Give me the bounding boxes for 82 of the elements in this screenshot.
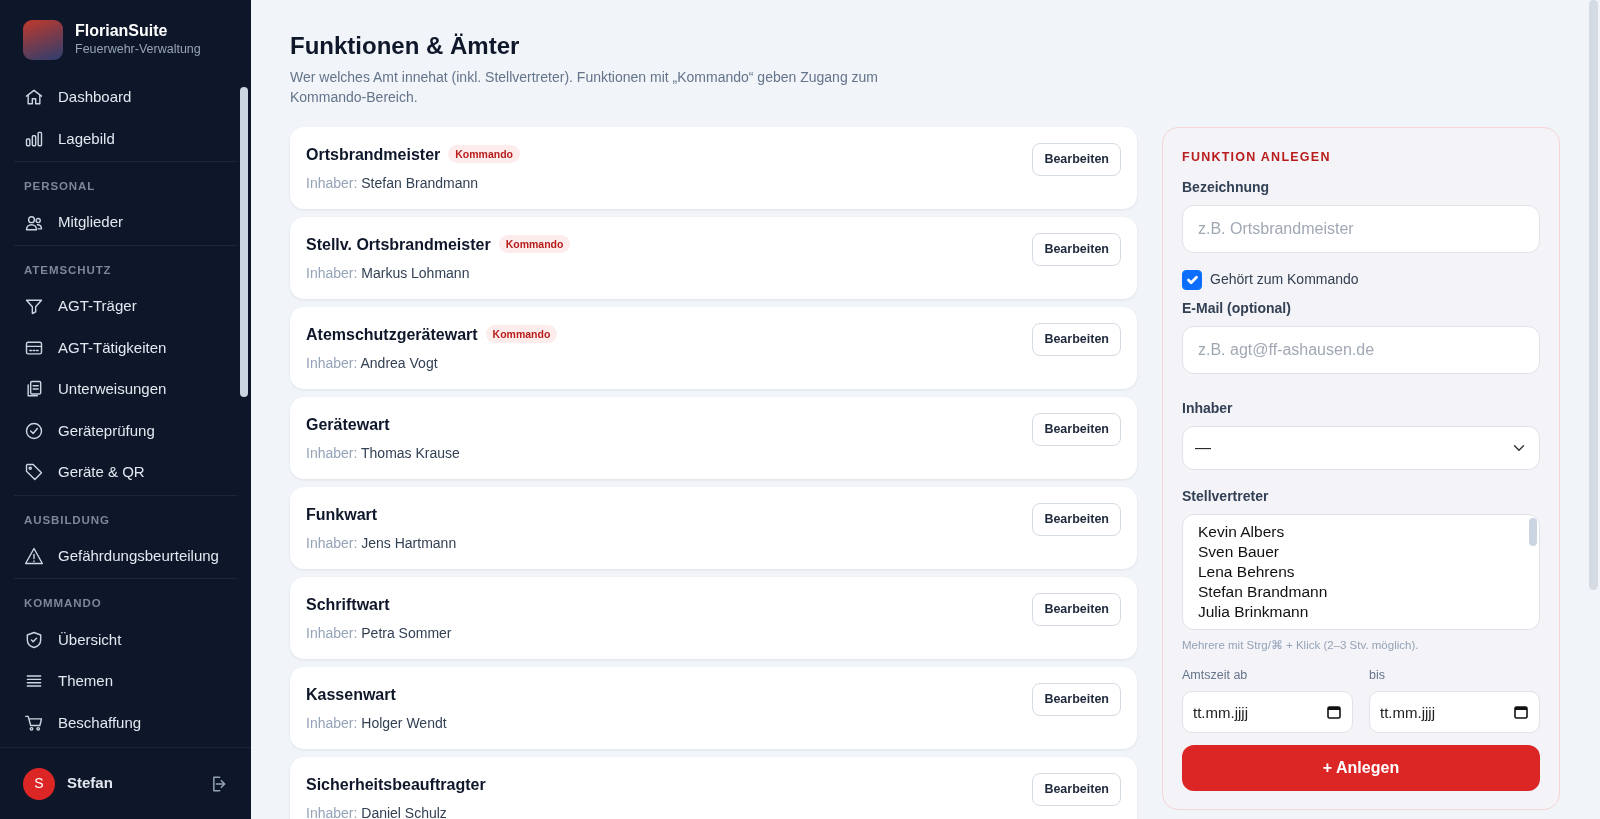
edit-button[interactable]: Bearbeiten (1032, 683, 1121, 717)
edit-button[interactable]: Bearbeiten (1032, 323, 1121, 357)
tag-icon (24, 462, 44, 483)
warning-icon (24, 546, 44, 566)
holder-text: Inhaber: Jens Hartmann (306, 534, 457, 554)
function-name: Schriftwart (306, 596, 390, 614)
list-option[interactable]: Kevin Albers (1198, 522, 1539, 543)
calendar-icon[interactable] (1327, 705, 1341, 720)
check-circle-icon (24, 420, 44, 441)
deputies-listbox[interactable]: Kevin Albers Sven Bauer Lena Behrens Stefan Brandmann Julia Brinkmann (1182, 514, 1540, 631)
field-label: bis (1369, 667, 1386, 685)
function-name: Ortsbrandmeister (306, 146, 441, 164)
scrollbar[interactable] (240, 87, 248, 397)
user-name: Stefan (67, 773, 114, 794)
kommando-tag: Kommando (485, 325, 558, 344)
email-field[interactable]: z.B. agt@ff-ashausen.de (1182, 326, 1540, 375)
holder-text: Inhaber: Petra Sommer (306, 624, 452, 644)
nav-item[interactable]: Geräteprüfung (14, 409, 237, 451)
date-field[interactable]: tt.mm.jjjj (1369, 691, 1540, 734)
app-logo (23, 20, 63, 60)
function-name: Sicherheitsbeauftragter (306, 776, 486, 794)
edit-button[interactable]: Bearbeiten (1032, 413, 1121, 447)
nav-item[interactable]: AGT-Träger (14, 285, 237, 327)
holder-text: Inhaber: Daniel Schulz (306, 804, 448, 819)
nav-item[interactable]: Dashboard (14, 76, 237, 118)
kommando-tag: Kommando (448, 145, 520, 164)
holder-select[interactable]: — (1182, 426, 1540, 471)
section-heading: AUSBILDUNG (23, 512, 111, 528)
holder-text: Inhaber: Stefan Brandmann (306, 174, 479, 194)
edit-button[interactable]: Bearbeiten (1032, 503, 1121, 537)
app-name: FlorianSuite (75, 21, 169, 41)
page-description: Wer welches Amt innehat (inkl. Stellvertreter). Funktionen mit „Kommando“ geben Zugang zum Kommando-Bereich. (290, 67, 879, 108)
section-heading: PERSONAL (23, 179, 97, 194)
scrollbar[interactable] (1589, 0, 1598, 590)
user-avatar: S (23, 767, 55, 800)
nav-item[interactable]: Gefährdungsbeurteilung (14, 534, 237, 577)
nav-item[interactable]: Beschaffung (14, 701, 237, 743)
kommando-tag: Kommando (498, 235, 571, 254)
calendar-icon[interactable] (1514, 705, 1528, 720)
panel-title: FUNKTION ANLEGEN (1182, 149, 1332, 167)
nav-item[interactable]: AGT-Tätigkeiten (14, 326, 237, 368)
nav-item[interactable]: Lagebild (14, 117, 237, 159)
function-name: Kassenwart (306, 686, 396, 704)
submit-button[interactable]: + Anlegen (1182, 745, 1540, 792)
list-option[interactable]: Lena Behrens (1198, 562, 1539, 583)
hint-text: Mehrere mit Strg/⌘ + Klick (2–3 Stv. möglich). (1182, 638, 1420, 654)
date-field[interactable]: tt.mm.jjjj (1182, 691, 1353, 734)
nav-item[interactable]: Geräte & QR (14, 451, 237, 493)
section-heading: ATEMSCHUTZ (23, 262, 113, 278)
function-name: Atemschutzgerätewart (306, 326, 478, 344)
edit-button[interactable]: Bearbeiten (1032, 143, 1121, 177)
holder-text: Inhaber: Markus Lohmann (306, 264, 471, 284)
scrollbar[interactable] (1529, 518, 1537, 547)
nav-item[interactable]: Unterweisungen (14, 368, 237, 410)
field-label: Bezeichnung (1182, 178, 1271, 198)
field-label: Amtszeit ab (1182, 667, 1249, 685)
edit-button[interactable]: Bearbeiten (1032, 773, 1121, 807)
name-field[interactable]: z.B. Ortsbrandmeister (1182, 205, 1540, 254)
holder-text: Inhaber: Holger Wendt (306, 714, 447, 734)
list-option[interactable]: Sven Bauer (1198, 542, 1539, 563)
kommando-checkbox[interactable] (1182, 269, 1202, 290)
checkbox-label: Gehört zum Kommando (1210, 270, 1359, 290)
shield-icon (24, 629, 44, 650)
function-name: Gerätewart (306, 416, 390, 434)
filter-icon (24, 296, 44, 317)
list-option[interactable]: Stefan Brandmann (1198, 582, 1539, 603)
field-label: Inhaber (1182, 399, 1234, 419)
function-name: Stellv. Ortsbrandmeister (306, 236, 491, 254)
holder-text: Inhaber: Thomas Krause (306, 444, 460, 464)
edit-button[interactable]: Bearbeiten (1032, 593, 1121, 627)
field-label: E-Mail (optional) (1182, 299, 1292, 319)
nav-item[interactable]: Übersicht (14, 618, 237, 660)
nav-item[interactable]: Themen (14, 660, 237, 702)
nav-item[interactable]: Mitglieder (14, 201, 237, 243)
app-subtitle: Feuerwehr-Verwaltung (75, 41, 201, 59)
page-title: Funktionen & Ämter (290, 32, 521, 61)
section-heading: KOMMANDO (23, 596, 103, 612)
function-name: Funkwart (306, 506, 378, 524)
field-label: Stellvertreter (1182, 487, 1270, 507)
edit-button[interactable]: Bearbeiten (1032, 233, 1121, 267)
list-option[interactable]: Julia Brinkmann (1198, 602, 1539, 623)
holder-text: Inhaber: Andrea Vogt (306, 354, 439, 374)
